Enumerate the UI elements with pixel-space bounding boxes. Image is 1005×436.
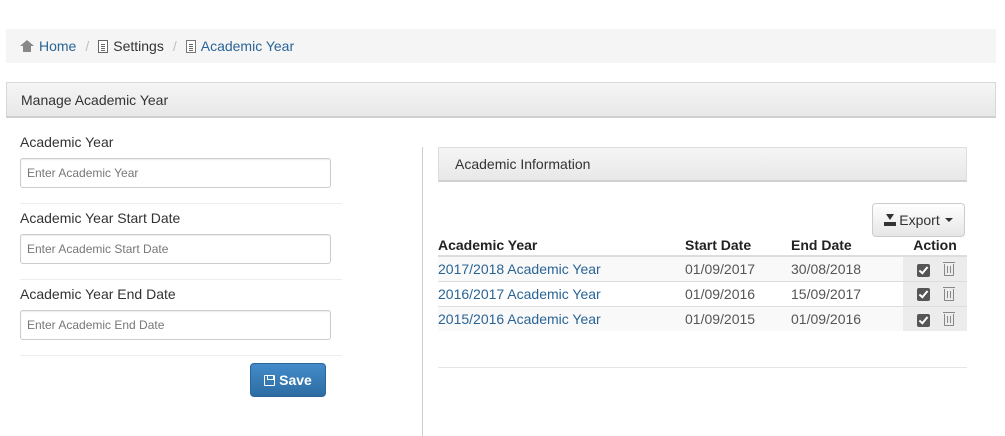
cell-start-date: 01/09/2017	[685, 255, 791, 281]
cell-year: 2016/2017 Academic Year	[438, 280, 685, 306]
form-divider	[20, 279, 342, 280]
table-row: 2016/2017 Academic Year 01/09/2016 15/09…	[438, 280, 967, 306]
info-panel-title: Academic Information	[455, 156, 591, 172]
end-date-input[interactable]	[20, 310, 331, 340]
academic-year-link[interactable]: 2017/2018 Academic Year	[438, 261, 601, 277]
academic-year-link[interactable]: 2015/2016 Academic Year	[438, 311, 601, 327]
table-row: 2015/2016 Academic Year 01/09/2015 01/09…	[438, 305, 967, 331]
academic-year-link[interactable]: 2016/2017 Academic Year	[438, 286, 601, 302]
panel-heading: Manage Academic Year	[6, 82, 996, 118]
check-square-icon[interactable]	[916, 288, 930, 302]
table-header-row: Academic Year Start Date End Date Action	[438, 234, 967, 257]
table-footer-divider	[438, 367, 967, 368]
form-divider	[20, 203, 342, 204]
cell-year: 2015/2016 Academic Year	[438, 305, 685, 331]
cell-start-date: 01/09/2015	[685, 305, 791, 331]
start-date-label: Academic Year Start Date	[20, 210, 181, 226]
info-panel-heading: Academic Information	[438, 147, 967, 182]
column-header-end-date[interactable]: End Date	[791, 234, 903, 257]
file-icon	[185, 39, 196, 53]
trash-icon[interactable]	[942, 262, 955, 277]
export-button-label: Export	[899, 212, 940, 228]
academic-year-label: Academic Year	[20, 134, 114, 150]
panel-title: Manage Academic Year	[21, 91, 169, 108]
cell-action	[903, 280, 967, 306]
document-icon	[98, 39, 109, 53]
breadcrumb-home-link[interactable]: Home	[39, 38, 76, 54]
breadcrumb-settings-label: Settings	[113, 38, 164, 54]
academic-year-input[interactable]	[20, 158, 331, 188]
breadcrumb-settings: Settings	[98, 38, 164, 54]
breadcrumb: Home / Settings / Academic Year	[6, 29, 996, 63]
end-date-label: Academic Year End Date	[20, 286, 176, 302]
column-header-academic-year[interactable]: Academic Year	[438, 234, 685, 257]
form-divider	[20, 355, 342, 356]
breadcrumb-home[interactable]: Home	[20, 38, 76, 54]
trash-icon[interactable]	[942, 312, 955, 327]
export-button[interactable]: Export	[872, 203, 965, 237]
cell-start-date: 01/09/2016	[685, 280, 791, 306]
floppy-disk-icon	[264, 374, 276, 386]
cell-end-date: 30/08/2018	[791, 255, 903, 281]
breadcrumb-current-link[interactable]: Academic Year	[201, 38, 294, 54]
save-button-label: Save	[279, 372, 312, 388]
column-header-start-date[interactable]: Start Date	[685, 234, 791, 257]
academic-years-table: Academic Year Start Date End Date Action…	[438, 234, 967, 331]
table-row: 2017/2018 Academic Year 01/09/2017 30/08…	[438, 255, 967, 281]
cell-year: 2017/2018 Academic Year	[438, 255, 685, 281]
save-button[interactable]: Save	[250, 363, 326, 397]
column-header-action: Action	[903, 234, 967, 257]
trash-icon[interactable]	[942, 286, 955, 301]
breadcrumb-separator: /	[172, 38, 177, 54]
check-square-icon[interactable]	[916, 263, 930, 277]
cell-action	[903, 255, 967, 281]
cell-action	[903, 305, 967, 331]
cell-end-date: 01/09/2016	[791, 305, 903, 331]
cell-end-date: 15/09/2017	[791, 280, 903, 306]
breadcrumb-separator: /	[85, 38, 90, 54]
download-icon	[884, 214, 897, 226]
start-date-input[interactable]	[20, 234, 331, 264]
check-square-icon[interactable]	[916, 313, 930, 327]
breadcrumb-current[interactable]: Academic Year	[185, 38, 294, 54]
column-divider	[422, 147, 423, 436]
caret-down-icon	[944, 218, 953, 222]
home-icon	[20, 40, 34, 52]
